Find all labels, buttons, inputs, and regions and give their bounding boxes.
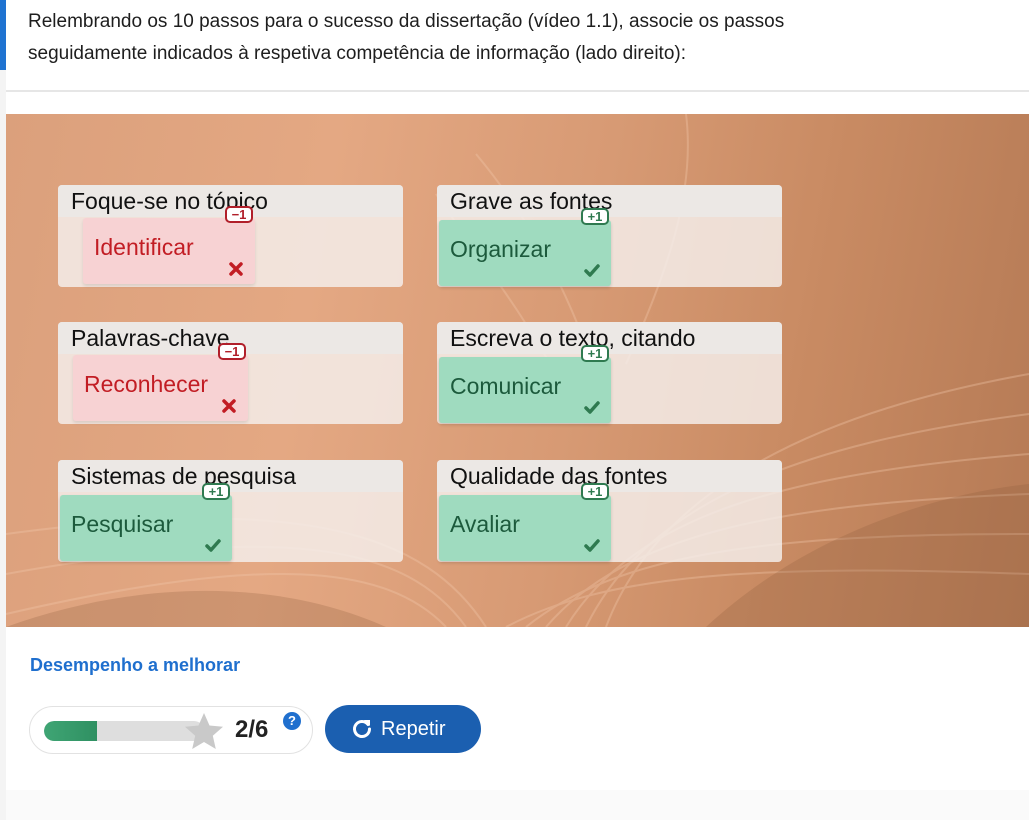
- draggable-identificar[interactable]: Identificar −1: [83, 206, 255, 284]
- drop-zone-write-text[interactable]: Escreva o texto, citando Comunicar +1: [437, 322, 782, 424]
- drop-zone-keywords[interactable]: Palavras-chave Reconhecer −1: [58, 322, 403, 424]
- performance-feedback: Desempenho a melhorar: [30, 655, 241, 675]
- check-icon: [205, 539, 221, 552]
- score-badge: +1: [581, 345, 609, 362]
- drop-zone-label: Escreva o texto, citando: [437, 322, 782, 354]
- draggable-label: Reconhecer: [84, 371, 209, 397]
- draggable-reconhecer[interactable]: Reconhecer −1: [73, 343, 248, 421]
- question-text: Relembrando os 10 passos para o sucesso …: [6, 0, 1029, 92]
- penalty-badge: −1: [225, 206, 253, 223]
- score-badge: +1: [202, 483, 230, 500]
- draggable-avaliar[interactable]: Avaliar +1: [439, 483, 611, 561]
- score-progress: 2/6 ?: [29, 706, 313, 754]
- draggable-organizar[interactable]: Organizar +1: [439, 208, 611, 286]
- draggable-label: Identificar: [94, 234, 194, 260]
- score-badge: +1: [581, 208, 609, 225]
- check-icon: [584, 401, 600, 414]
- drop-zone-record-sources[interactable]: Grave as fontes Organizar +1: [437, 185, 782, 287]
- wrong-x-icon: [229, 262, 243, 276]
- draggable-label: Comunicar: [450, 373, 562, 399]
- drag-drop-stage: Foque-se no tópico Identificar −1 Grave …: [6, 114, 1029, 627]
- draggable-label: Pesquisar: [71, 511, 174, 537]
- progress-bar-fill: [44, 721, 98, 741]
- check-icon: [584, 539, 600, 552]
- drop-zone-label: Sistemas de pesquisa: [58, 460, 403, 492]
- star-icon: [185, 713, 223, 749]
- draggable-comunicar[interactable]: Comunicar +1: [439, 345, 611, 423]
- question-line-1: Relembrando os 10 passos para o sucesso …: [28, 11, 785, 32]
- score-text: 2/6: [235, 716, 269, 743]
- drop-zone-label: Qualidade das fontes: [437, 460, 782, 492]
- retry-label: Repetir: [381, 718, 446, 740]
- score-badge: +1: [581, 483, 609, 500]
- check-icon: [584, 264, 600, 277]
- draggable-label: Avaliar: [450, 511, 520, 537]
- progress-bar: [44, 721, 204, 741]
- retry-button[interactable]: Repetir: [325, 705, 481, 753]
- wrong-x-icon: [222, 399, 236, 413]
- question-line-2: seguidamente indicados à respetiva compe…: [28, 43, 686, 64]
- draggable-pesquisar[interactable]: Pesquisar +1: [60, 483, 232, 561]
- drop-zone-label: Grave as fontes: [437, 185, 782, 217]
- drop-zone-focus-topic[interactable]: Foque-se no tópico Identificar −1: [58, 185, 403, 287]
- draggable-label: Organizar: [450, 236, 551, 262]
- retry-icon: [353, 720, 371, 738]
- help-icon[interactable]: ?: [283, 712, 301, 730]
- penalty-badge: −1: [218, 343, 246, 360]
- drop-zone-search-systems[interactable]: Sistemas de pesquisa Pesquisar +1: [58, 460, 403, 562]
- drop-zone-source-quality[interactable]: Qualidade das fontes Avaliar +1: [437, 460, 782, 562]
- footer-area: [6, 790, 1029, 820]
